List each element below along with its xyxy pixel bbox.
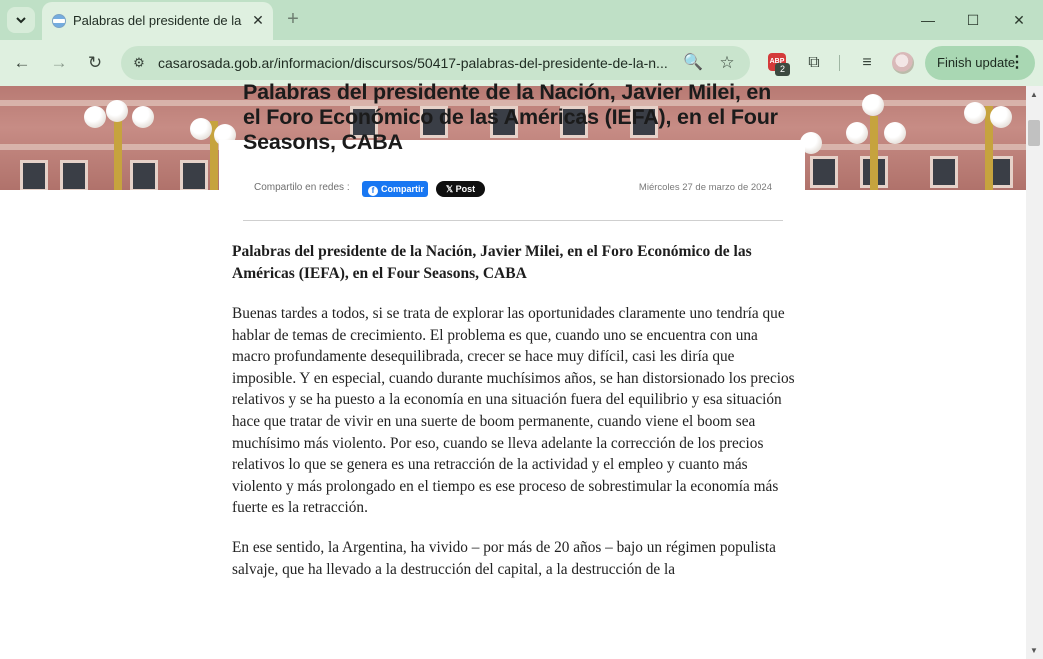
article-headline: Palabras del presidente de la Nación, Ja…	[243, 80, 778, 154]
close-window-icon[interactable]: ✕	[1004, 9, 1034, 31]
x-post-button[interactable]: 𝕏 Post	[436, 181, 485, 197]
adblock-extension-icon[interactable]: ABP 2	[768, 53, 790, 76]
address-bar[interactable]: ⚙ casarosada.gob.ar/informacion/discurso…	[121, 46, 750, 80]
tab-strip: Palabras del presidente de la Nación, Ja…	[0, 0, 1043, 40]
finish-update-label: Finish update	[937, 55, 1016, 70]
extension-badge: 2	[775, 63, 790, 76]
minimize-icon[interactable]: —	[913, 9, 943, 31]
forward-arrow-icon[interactable]: →	[48, 52, 70, 74]
argentina-flag-icon	[52, 14, 66, 28]
facebook-icon: f	[368, 186, 378, 196]
zoom-icon[interactable]: 🔍	[683, 53, 703, 73]
article-lead: Palabras del presidente de la Nación, Ja…	[232, 243, 752, 282]
menu-dots-icon: ⋮	[1009, 54, 1025, 71]
facebook-share-label: Compartir	[381, 184, 425, 194]
reload-icon[interactable]: ↻	[84, 52, 106, 74]
maximize-icon[interactable]: ☐	[958, 9, 988, 31]
toolbar-divider	[839, 55, 840, 71]
site-info-icon[interactable]: ⚙	[130, 54, 148, 72]
media-control-icon[interactable]: ≡	[856, 52, 878, 74]
facebook-share-button[interactable]: f Compartir	[362, 181, 428, 197]
close-icon[interactable]: ✕	[249, 11, 267, 29]
bookmark-star-icon[interactable]: ☆	[717, 53, 737, 73]
scrollbar-thumb[interactable]	[1028, 120, 1040, 146]
profile-avatar[interactable]	[892, 52, 914, 74]
share-label: Compartilo en redes :	[254, 182, 350, 193]
article-paragraph-1: Buenas tardes a todos, si se trata de ex…	[232, 305, 795, 517]
publish-date: Miércoles 27 de marzo de 2024	[638, 182, 772, 193]
x-post-label: Post	[455, 184, 476, 194]
active-tab[interactable]: Palabras del presidente de la Nación, Ja…	[42, 2, 273, 40]
page-scrollbar[interactable]: ▲ ▼	[1026, 86, 1043, 659]
x-icon: 𝕏	[445, 184, 456, 194]
divider	[243, 220, 783, 221]
tab-title: Palabras del presidente de la Nación, Ja…	[73, 13, 245, 28]
tab-search-button[interactable]	[7, 7, 35, 33]
article-paragraph-2: En ese sentido, la Argentina, ha vivido …	[232, 539, 776, 578]
new-tab-button[interactable]: +	[283, 9, 303, 29]
scroll-down-icon[interactable]: ▼	[1030, 646, 1038, 655]
back-arrow-icon[interactable]: ←	[11, 52, 33, 74]
scroll-up-icon[interactable]: ▲	[1030, 90, 1038, 99]
chevron-down-icon	[16, 17, 26, 24]
finish-update-button[interactable]: Finish update ⋮	[925, 46, 1035, 80]
url-text[interactable]: casarosada.gob.ar/informacion/discursos/…	[158, 55, 670, 71]
extensions-puzzle-icon[interactable]: ⧉	[803, 52, 825, 74]
